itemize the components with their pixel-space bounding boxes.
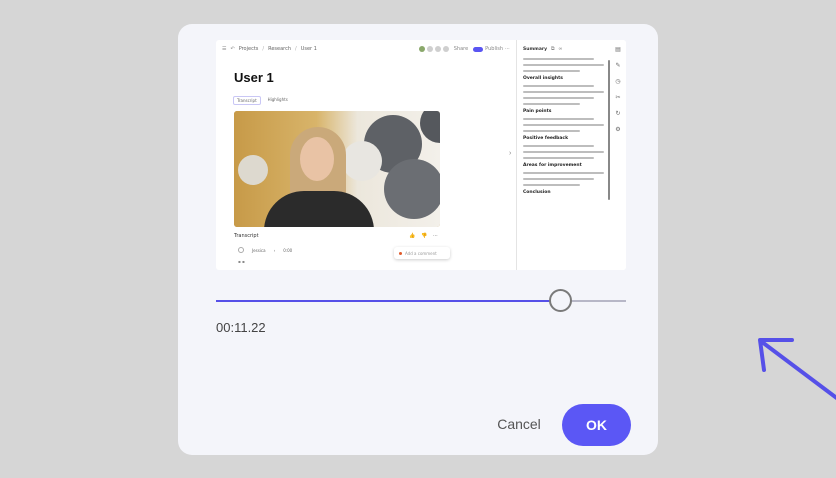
preview-toolbar: ☰ ↶ Projects / Research / User 1 Share P… (216, 40, 514, 58)
text-line (523, 178, 595, 180)
timeline-slider[interactable] (216, 289, 626, 312)
preview-crumb: Research (268, 46, 292, 52)
avatar (238, 247, 244, 253)
preview-text-line: ▪ ▪ (238, 259, 245, 264)
avatar (426, 46, 433, 52)
preview-tag: Transcript (233, 96, 261, 105)
preview-avatars: Share Publish ⋯ (418, 46, 514, 52)
copy-icon: ⧉ (551, 46, 555, 52)
preview-comment-popup: Add a comment (394, 247, 450, 259)
undo-icon: ↶ (230, 46, 235, 52)
avatar (418, 46, 425, 52)
preview-right-rail: ▤ ✎ ◷ ✂ ↻ ⚙ (610, 40, 626, 270)
timeline-handle[interactable] (549, 289, 573, 312)
wall-panel (238, 155, 268, 185)
annotation-arrow-icon (758, 338, 836, 400)
text-line (523, 130, 580, 132)
cancel-button[interactable]: Cancel (488, 409, 550, 439)
dialog: ☰ ↶ Projects / Research / User 1 Share P… (178, 24, 836, 455)
text-line (523, 172, 604, 174)
preview-side-heading: Areas for improvement (523, 163, 582, 168)
text-line (523, 91, 604, 93)
preview-crumb: User 1 (300, 46, 317, 52)
preview-side-heading: Conclusion (523, 190, 551, 195)
avatar (442, 46, 449, 52)
preview-video-thumbnail (234, 111, 440, 227)
preview-side-heading: Overall insights (523, 76, 563, 81)
text-line (523, 97, 595, 99)
preview-reaction-icons: 👍 👎 ⋯ (409, 233, 440, 239)
gear-icon: ⚙ (615, 127, 621, 133)
text-line (523, 58, 595, 60)
dot-icon (399, 251, 402, 255)
preview-speaker: Jessica (252, 247, 266, 253)
preview-video-meta: Transcript 👍 👎 ⋯ (234, 233, 440, 239)
preview-side-heading: Positive feedback (523, 136, 569, 141)
refresh-icon: ↻ (615, 111, 621, 117)
preview-publish: Publish (485, 46, 503, 52)
crumb-separator: / (262, 46, 265, 52)
preview-side-panel: Summary ⧉ ∞ Overall insights Pain points… (516, 40, 608, 270)
more-icon: ⋯ (505, 46, 510, 52)
preview-side-title: Summary (523, 46, 548, 52)
timeline-progress (216, 300, 561, 302)
preview-side-heading: Pain points (523, 109, 552, 114)
pen-icon: ✎ (615, 63, 621, 69)
chevron-right-icon: › (509, 150, 512, 157)
wall-panel (384, 159, 440, 219)
preview-speaker-row: Jessica › 0:00 (238, 247, 292, 253)
preview-caption: Transcript (234, 233, 259, 239)
text-line (523, 145, 595, 147)
preview-tags: Transcript Highlights (233, 96, 291, 105)
text-line (523, 124, 604, 126)
text-line (523, 85, 595, 87)
person-face (300, 137, 334, 181)
text-line (523, 118, 595, 120)
crumb-separator: / (295, 46, 297, 52)
preview-tag: Highlights (267, 97, 288, 102)
preview-title: User 1 (234, 70, 274, 85)
preview-crumb: Projects (238, 46, 259, 52)
text-line (523, 103, 580, 105)
preview-side-header: Summary ⧉ ∞ (523, 46, 604, 52)
document-icon: ▤ (615, 47, 621, 53)
menu-icon: ☰ (222, 46, 227, 52)
arrow-right-icon: › (273, 247, 276, 253)
video-frame-preview: ☰ ↶ Projects / Research / User 1 Share P… (216, 40, 626, 270)
text-line (523, 157, 595, 159)
scissors-icon: ✂ (615, 95, 621, 101)
timestamp: 00:11.22 (216, 320, 266, 335)
avatar (434, 46, 441, 52)
toggle-icon (473, 46, 484, 52)
clock-icon: ◷ (615, 79, 621, 85)
preview-timecode: 0:00 (283, 247, 293, 253)
text-line (523, 184, 580, 186)
text-line (523, 151, 604, 153)
link-icon: ∞ (558, 46, 563, 52)
text-line (523, 64, 604, 66)
preview-float-label: Add a comment (405, 250, 437, 256)
ok-button[interactable]: OK (562, 404, 631, 446)
text-line (523, 70, 580, 72)
preview-share: Share (453, 46, 469, 52)
wall-panel (342, 141, 382, 181)
